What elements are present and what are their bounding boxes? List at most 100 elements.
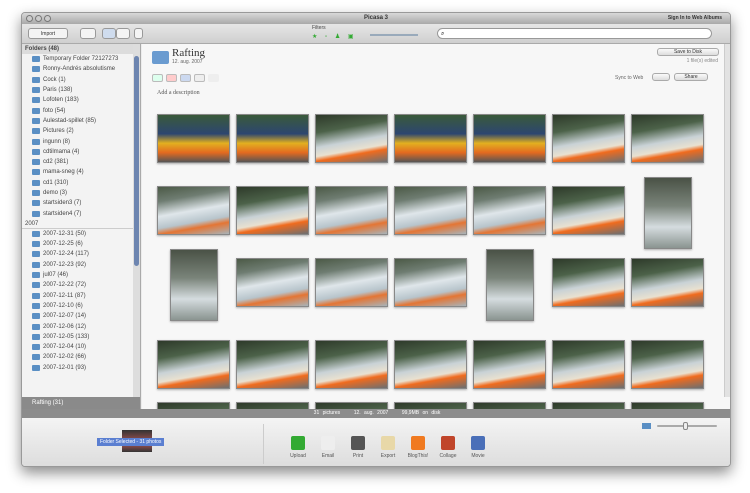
sidebar-folder-item[interactable]: 2007-12-23 (92) [22,260,140,270]
folder-label: 2007-12-23 (92) [43,261,87,268]
photo-thumbnail[interactable] [315,340,388,389]
save-to-disk-button[interactable]: Save to Disk [657,48,719,56]
sidebar-folder-item[interactable]: Temporary Folder 72127273 [22,54,140,64]
sidebar-folder-item[interactable]: 2007-12-31 (50) [22,229,140,239]
slider-knob[interactable] [683,422,688,430]
photo-thumbnail[interactable] [552,114,625,163]
movie-icon[interactable] [166,74,177,82]
photo-thumbnail[interactable] [644,177,692,249]
sidebar-folder-item[interactable]: 2007-12-25 (6) [22,239,140,249]
photo-thumbnail[interactable] [315,258,388,307]
sync-toggle[interactable] [652,73,670,81]
sidebar-folder-item[interactable]: 2007-12-02 (66) [22,352,140,362]
upload-small-icon[interactable] [194,74,205,82]
sidebar-folder-item[interactable]: Lofoten (183) [22,95,140,105]
tray-action-collage-button[interactable]: Collage [436,436,460,459]
album-scrollbar[interactable] [724,44,730,397]
photo-thumbnail[interactable] [236,186,309,235]
tray-action-movie-button[interactable]: Movie [466,436,490,459]
photo-thumbnail[interactable] [170,249,218,321]
photo-thumbnail[interactable] [394,114,467,163]
sidebar-folder-item[interactable]: 2007-12-05 (133) [22,332,140,342]
photo-thumbnail[interactable] [473,340,546,389]
tray-action-export-button[interactable]: Export [376,436,400,459]
photo-thumbnail[interactable] [236,258,309,307]
sidebar-folder-item[interactable]: ingunn (8) [22,136,140,146]
sidebar-folder-item[interactable]: jul07 (46) [22,270,140,280]
sidebar-folder-item[interactable]: foto (54) [22,105,140,115]
sidebar-folder-item[interactable]: cd2 (381) [22,157,140,167]
tray-tools[interactable] [254,424,264,464]
photo-thumbnail[interactable] [236,340,309,389]
play-slideshow-icon[interactable] [152,74,163,82]
import-button[interactable]: Import [28,28,68,39]
zoom-button[interactable] [44,15,51,22]
sidebar-folder-item[interactable]: Aulestad-spillet (85) [22,116,140,126]
photo-thumbnail[interactable] [631,340,704,389]
sidebar-folder-item[interactable]: 2007-12-04 (10) [22,342,140,352]
photo-thumbnail[interactable] [315,186,388,235]
minimize-button[interactable] [35,15,42,22]
sidebar-folder-item[interactable]: 2007-12-01 (93) [22,363,140,373]
tray-action-email-button[interactable]: Email [316,436,340,459]
filters-label: Filters [312,25,326,31]
dropdown-button[interactable] [134,28,143,39]
folder-icon [32,179,40,186]
album-title[interactable]: Rafting [172,47,205,59]
photo-thumbnail[interactable] [157,114,230,163]
photo-thumbnail[interactable] [473,114,546,163]
photo-thumbnail[interactable] [552,340,625,389]
folders-header[interactable]: Folders (48) [22,44,140,54]
sidebar-scroll-thumb[interactable] [134,56,139,266]
sidebar-folder-item[interactable]: 2007-12-07 (14) [22,311,140,321]
tray-action-blogthis-button[interactable]: BlogThis! [406,436,430,459]
sidebar-folder-item[interactable]: 2007-12-11 (87) [22,291,140,301]
star-icon[interactable] [208,74,219,82]
sidebar-folder-item[interactable]: cd1 (310) [22,178,140,188]
tray-action-print-button[interactable]: Print [346,436,370,459]
sidebar-folder-item[interactable]: 2007-12-24 (117) [22,249,140,259]
photo-thumbnail[interactable] [394,340,467,389]
photo-thumbnail[interactable] [631,258,704,307]
collage-icon[interactable] [180,74,191,82]
upload-icon[interactable] [80,28,96,39]
photo-thumbnail[interactable] [157,186,230,235]
album-description[interactable]: Add a description [157,90,200,96]
library-view-button[interactable] [102,28,116,39]
sign-in-link[interactable]: Sign In to Web Albums [668,13,722,24]
sidebar-scrollbar[interactable] [133,44,140,397]
window-controls[interactable] [26,15,51,22]
filter-icons[interactable]: ★ ▫ ♟ ▣ [312,33,357,40]
photo-thumbnail[interactable] [315,114,388,163]
tray-action-upload-button[interactable]: Upload [286,436,310,459]
sidebar-folder-item[interactable]: cdtilmama (4) [22,147,140,157]
photo-thumbnail[interactable] [631,114,704,163]
photo-thumbnail[interactable] [486,249,534,321]
sidebar-folder-item[interactable]: 2007-12-06 (12) [22,321,140,331]
photo-thumbnail[interactable] [473,186,546,235]
photo-thumbnail[interactable] [552,258,625,307]
selected-folder[interactable]: Rafting (31) [22,397,140,409]
filter-slider[interactable] [370,34,418,36]
photo-thumbnail[interactable] [552,186,625,235]
photo-thumbnail[interactable] [236,114,309,163]
thumbnail-size-slider[interactable] [657,422,717,430]
search-input[interactable]: ⌕ [437,28,712,39]
photo-thumbnail[interactable] [157,340,230,389]
edited-count: 1 file(s) edited [686,58,718,64]
sidebar-folder-item[interactable]: Ronny-Andrés absolutisme [22,64,140,74]
share-button[interactable]: Share [674,73,708,81]
sidebar-folder-item[interactable]: Cock (1) [22,75,140,85]
photo-thumbnail[interactable] [394,258,467,307]
sidebar-folder-item[interactable]: 2007-12-22 (72) [22,280,140,290]
tag-view-button[interactable] [116,28,130,39]
photo-thumbnail[interactable] [394,186,467,235]
sidebar-folder-item[interactable]: demo (3) [22,188,140,198]
sidebar-folder-item[interactable]: startsiden3 (7) [22,198,140,208]
sidebar-folder-item[interactable]: Paris (138) [22,85,140,95]
close-button[interactable] [26,15,33,22]
sidebar-folder-item[interactable]: Pictures (2) [22,126,140,136]
sidebar-folder-item[interactable]: startsiden4 (7) [22,208,140,218]
sidebar-folder-item[interactable]: 2007-12-10 (6) [22,301,140,311]
sidebar-folder-item[interactable]: mama-sneg (4) [22,167,140,177]
